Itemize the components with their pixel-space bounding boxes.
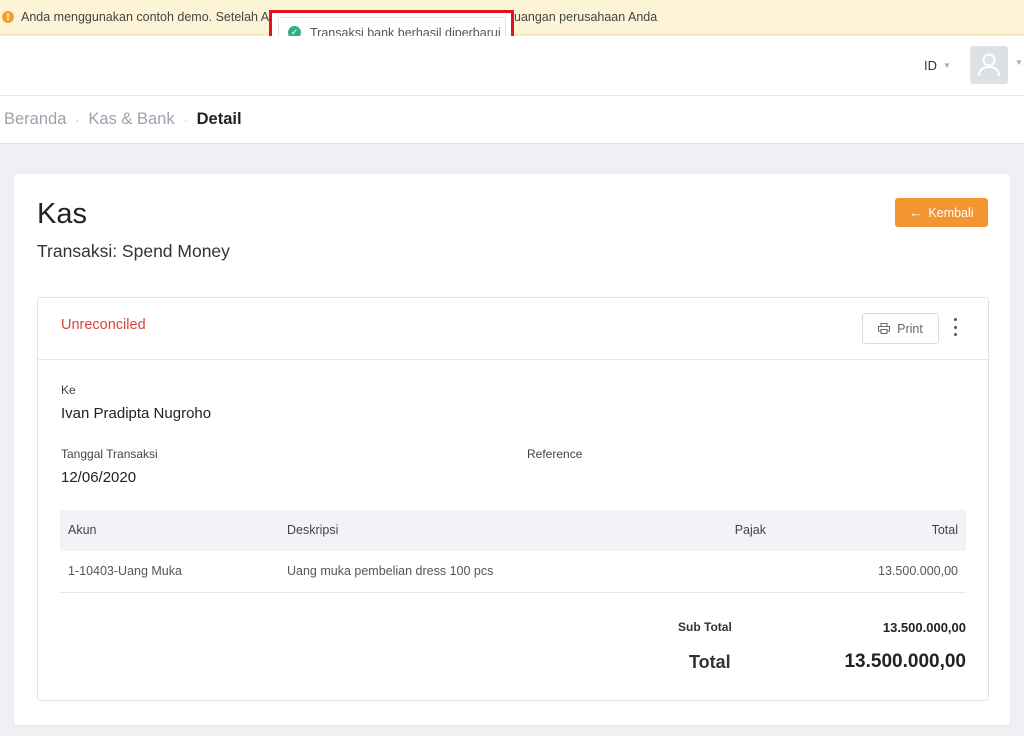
total-value: 13.500.000,00	[844, 651, 966, 672]
status-badge: Unreconciled	[61, 317, 146, 333]
breadcrumb-current: Detail	[196, 110, 242, 128]
breadcrumb-separator: ·	[183, 112, 188, 127]
panel-header: Unreconciled Print	[38, 298, 988, 360]
demo-banner-text: Anda menggunakan contoh demo. Setelah An	[21, 10, 277, 24]
print-label: Print	[897, 321, 923, 336]
date-value: 12/06/2020	[61, 469, 137, 486]
to-value: Ivan Pradipta Nugroho	[61, 405, 212, 422]
to-label: Ke	[61, 383, 76, 397]
row-description: Uang muka pembelian dress 100 pcs	[287, 564, 494, 578]
user-icon	[978, 53, 1000, 77]
column-header-description: Deskripsi	[287, 523, 339, 537]
column-header-account: Akun	[68, 523, 97, 537]
top-navbar: ID ▼ ▼	[0, 36, 1024, 96]
page-subtitle: Transaksi: Spend Money	[37, 241, 230, 261]
main-card: Kas Transaksi: Spend Money ← Kembali Unr…	[14, 174, 1010, 725]
user-avatar[interactable]	[970, 46, 1008, 84]
chevron-down-icon: ▼	[943, 61, 951, 70]
column-header-total: Total	[931, 523, 958, 537]
print-button[interactable]: Print	[862, 313, 939, 344]
table-header: Akun Deskripsi Pajak Total	[60, 510, 966, 551]
back-button-label: Kembali	[928, 205, 974, 220]
language-label: ID	[924, 58, 937, 73]
row-total: 13.500.000,00	[878, 564, 958, 578]
breadcrumb-home[interactable]: Beranda	[4, 110, 66, 129]
breadcrumb-cash-bank[interactable]: Kas & Bank	[88, 110, 174, 129]
date-label: Tanggal Transaksi	[61, 447, 158, 461]
arrow-left-icon: ←	[909, 205, 923, 220]
transaction-detail-panel: Unreconciled Print Ke Ivan Pradipta Nugr…	[37, 297, 989, 701]
page-title: Kas	[37, 198, 87, 230]
printer-icon	[878, 323, 891, 334]
language-selector[interactable]: ID ▼	[924, 58, 951, 73]
user-menu-chevron-icon[interactable]: ▼	[1015, 58, 1023, 67]
reference-label: Reference	[527, 447, 583, 461]
table-row: 1-10403-Uang Muka Uang muka pembelian dr…	[60, 551, 966, 593]
demo-banner-text-end: uangan perusahaan Anda	[514, 10, 658, 24]
total-label: Total	[689, 652, 731, 672]
subtotal-label: Sub Total	[678, 620, 732, 634]
column-header-tax: Pajak	[734, 523, 766, 537]
more-vertical-icon[interactable]	[950, 315, 960, 339]
warning-icon: !	[2, 11, 14, 23]
row-account: 1-10403-Uang Muka	[68, 564, 182, 578]
breadcrumb-separator: ·	[75, 112, 80, 127]
back-button[interactable]: ← Kembali	[895, 198, 988, 227]
breadcrumb: Beranda · Kas & Bank · Detail	[0, 96, 1024, 144]
subtotal-value: 13.500.000,00	[882, 620, 966, 635]
